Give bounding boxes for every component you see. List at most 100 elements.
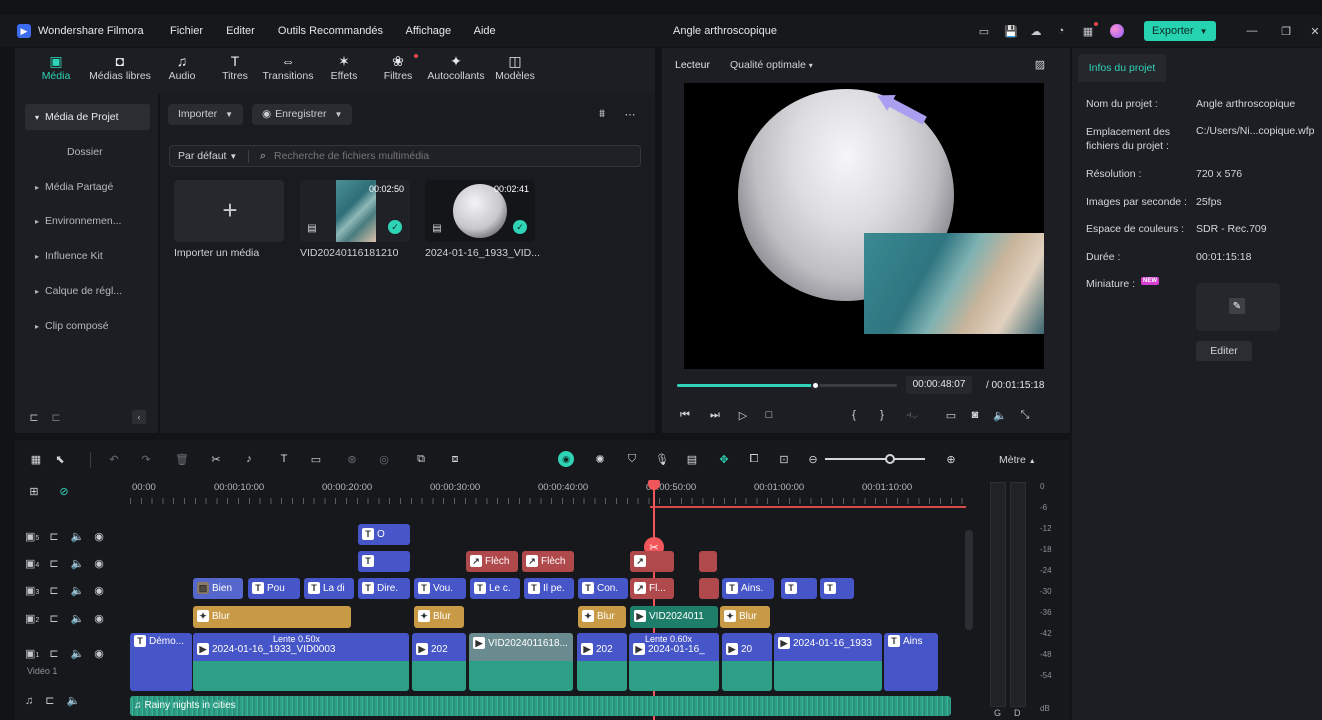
thumbnail-box[interactable]: ✎ <box>1196 283 1280 331</box>
title-clip[interactable]: T Le c. <box>470 578 520 599</box>
undo-icon[interactable]: ↶ <box>107 452 121 466</box>
tab-project-info[interactable]: Infos du projet <box>1078 54 1166 82</box>
select-tool-icon[interactable]: ⬉ <box>53 452 67 466</box>
blur-effect-clip[interactable]: ✦ Blur <box>720 606 770 628</box>
title-clip[interactable]: T Con. <box>578 578 628 599</box>
folder-icon[interactable]: ⊏ <box>45 695 54 707</box>
folder-icon[interactable]: ⊏ <box>49 648 58 660</box>
export-button[interactable]: Exporter ▼ <box>1144 21 1216 41</box>
blur-effect-clip[interactable]: ✦ Blur <box>578 606 626 628</box>
eye-icon[interactable]: ◉ <box>94 613 104 625</box>
insert-icon[interactable]: ⫞⌄ <box>902 408 922 422</box>
menu-fichier[interactable]: Fichier <box>170 25 203 37</box>
media-search-input[interactable] <box>274 148 624 164</box>
audio-clip[interactable]: ♫ Rainy nights in cities <box>130 696 951 716</box>
tab-titles[interactable]: T Titres <box>219 52 251 82</box>
tab-stock-media[interactable]: ◘ Médias libres <box>89 52 151 82</box>
folder-icon[interactable]: ⊏ <box>49 585 58 597</box>
camera-icon[interactable]: ◙ <box>968 408 982 422</box>
crop-icon[interactable]: ▭ <box>309 452 323 466</box>
title-clip[interactable]: T <box>358 551 410 572</box>
arrow-clip[interactable] <box>699 551 717 572</box>
support-icon[interactable]: ◔ <box>1053 23 1069 39</box>
mark-in-icon[interactable]: { <box>848 408 860 422</box>
eye-icon[interactable]: ◉ <box>94 558 104 570</box>
microphone-icon[interactable]: 🎙 <box>655 452 669 466</box>
sidebar-item-project-media[interactable]: ▾ Média de Projet <box>25 104 150 130</box>
scissors-icon[interactable]: ✂ <box>209 452 223 466</box>
timeline-ruler[interactable]: 00:00 00:00:10:00 00:00:20:00 00:00:30:0… <box>130 482 966 512</box>
speaker-icon[interactable]: 🔈 <box>71 558 85 570</box>
save-icon[interactable]: 💾 <box>1003 23 1019 39</box>
speaker-icon[interactable]: 🔈 <box>71 648 85 660</box>
sidebar-item-environment[interactable]: ▸ Environnemen... <box>25 208 150 234</box>
video-clip[interactable]: ▶ 2024-01-16_1933 <box>774 633 882 691</box>
arrow-clip[interactable]: ↗ Fl... <box>630 578 674 599</box>
playback-progress-track[interactable] <box>677 381 897 390</box>
render-icon[interactable]: ◉ <box>558 451 574 467</box>
voiceover-icon[interactable]: ▤ <box>685 452 699 466</box>
folder-icon[interactable]: ⊏ <box>49 558 58 570</box>
sidebar-item-adjustment[interactable]: ▸ Calque de régl... <box>25 278 150 304</box>
snap-icon[interactable]: ✥ <box>717 452 731 466</box>
add-track-icon[interactable]: ⊞ <box>27 484 41 498</box>
video-canvas[interactable] <box>684 83 1044 369</box>
avatar[interactable] <box>1110 24 1124 38</box>
sidebar-item-influence-kit[interactable]: ▸ Influence Kit <box>25 243 150 269</box>
arrow-clip[interactable]: ↗ Flèch <box>466 551 518 572</box>
video-clip[interactable]: Lente 0.50x ▶ 2024-01-16_1933_VID0003 <box>193 633 409 691</box>
fit-icon[interactable]: ⊡ <box>777 452 791 466</box>
video-clip[interactable]: ▶ 202 <box>412 633 466 691</box>
fullscreen-icon[interactable]: ⤡ <box>1018 408 1032 422</box>
title-clip[interactable]: T Démo... <box>130 633 192 691</box>
playback-progress-handle[interactable] <box>810 381 820 390</box>
zoom-in-icon[interactable]: ⊕ <box>943 451 959 467</box>
tab-templates[interactable]: ◫ Modèles <box>494 52 536 82</box>
more-icon[interactable]: ⋯ <box>622 107 638 121</box>
close-icon[interactable]: ✕ <box>1308 23 1322 39</box>
prev-frame-icon[interactable]: ⏮ <box>678 408 692 422</box>
eye-icon[interactable]: ◉ <box>94 531 104 543</box>
image-clip[interactable]: ▨ Bien <box>193 578 243 599</box>
video-clip[interactable]: ▶ 202 <box>577 633 627 691</box>
link-icon[interactable]: ⊘ <box>57 484 71 498</box>
title-clip[interactable]: T <box>781 578 817 599</box>
delete-icon[interactable]: 🗑 <box>175 452 189 466</box>
tab-effects[interactable]: ✶ Effets <box>326 52 362 82</box>
title-clip[interactable]: T Ains. <box>722 578 774 599</box>
video-clip[interactable]: ▶ VID2024011618... <box>469 633 573 691</box>
auto-beat-icon[interactable]: ✺ <box>593 452 607 466</box>
menu-outils[interactable]: Outils Recommandés <box>278 25 383 37</box>
ai-cut-icon[interactable]: ⊛ <box>345 452 359 466</box>
import-dropdown[interactable]: Importer ▼ <box>168 104 244 125</box>
sidebar-item-folder[interactable]: Dossier <box>25 139 150 165</box>
snapshot-frame-icon[interactable]: ▨ <box>1032 57 1048 71</box>
filter-icon[interactable]: ⩩ <box>595 107 609 121</box>
stop-icon[interactable]: □ <box>762 408 776 422</box>
tab-audio[interactable]: ♫ Audio <box>165 52 199 82</box>
speaker-icon[interactable]: 🔈 <box>71 531 85 543</box>
pip-icon[interactable]: ⧠ <box>747 452 761 466</box>
menu-affichage[interactable]: Affichage <box>406 25 452 37</box>
speaker-icon[interactable]: 🔈 <box>66 695 80 707</box>
meter-label[interactable]: Mètre ▲ <box>999 454 1036 466</box>
zoom-slider-handle[interactable] <box>885 454 895 464</box>
new-folder-icon[interactable]: ⊏ <box>27 410 41 424</box>
shield-icon[interactable]: ⛉ <box>625 452 639 466</box>
subtitle-icon[interactable]: ⧈ <box>447 452 463 466</box>
speaker-icon[interactable]: 🔈 <box>71 613 85 625</box>
quality-dropdown[interactable]: Qualité optimale ▾ <box>730 59 813 71</box>
blur-effect-clip[interactable]: ✦ Blur <box>193 606 351 628</box>
folder-icon[interactable]: ⊏ <box>49 613 58 625</box>
record-dropdown[interactable]: ◉ Enregistrer ▼ <box>252 104 353 125</box>
speech-to-text-icon[interactable]: ⧉ <box>413 452 429 466</box>
menu-editer[interactable]: Editer <box>226 25 255 37</box>
text-tool-icon[interactable]: T <box>277 452 291 466</box>
title-clip[interactable]: T Il pe. <box>524 578 574 599</box>
layout-icon[interactable]: ▭ <box>976 23 992 39</box>
title-clip[interactable]: T <box>820 578 854 599</box>
video-clip[interactable]: Lente 0.60x ▶ 2024-01-16_ <box>629 633 719 691</box>
play-icon[interactable]: ▷ <box>736 408 750 422</box>
import-media-tile[interactable]: + <box>174 180 284 242</box>
volume-icon[interactable]: 🔈 <box>992 408 1008 422</box>
